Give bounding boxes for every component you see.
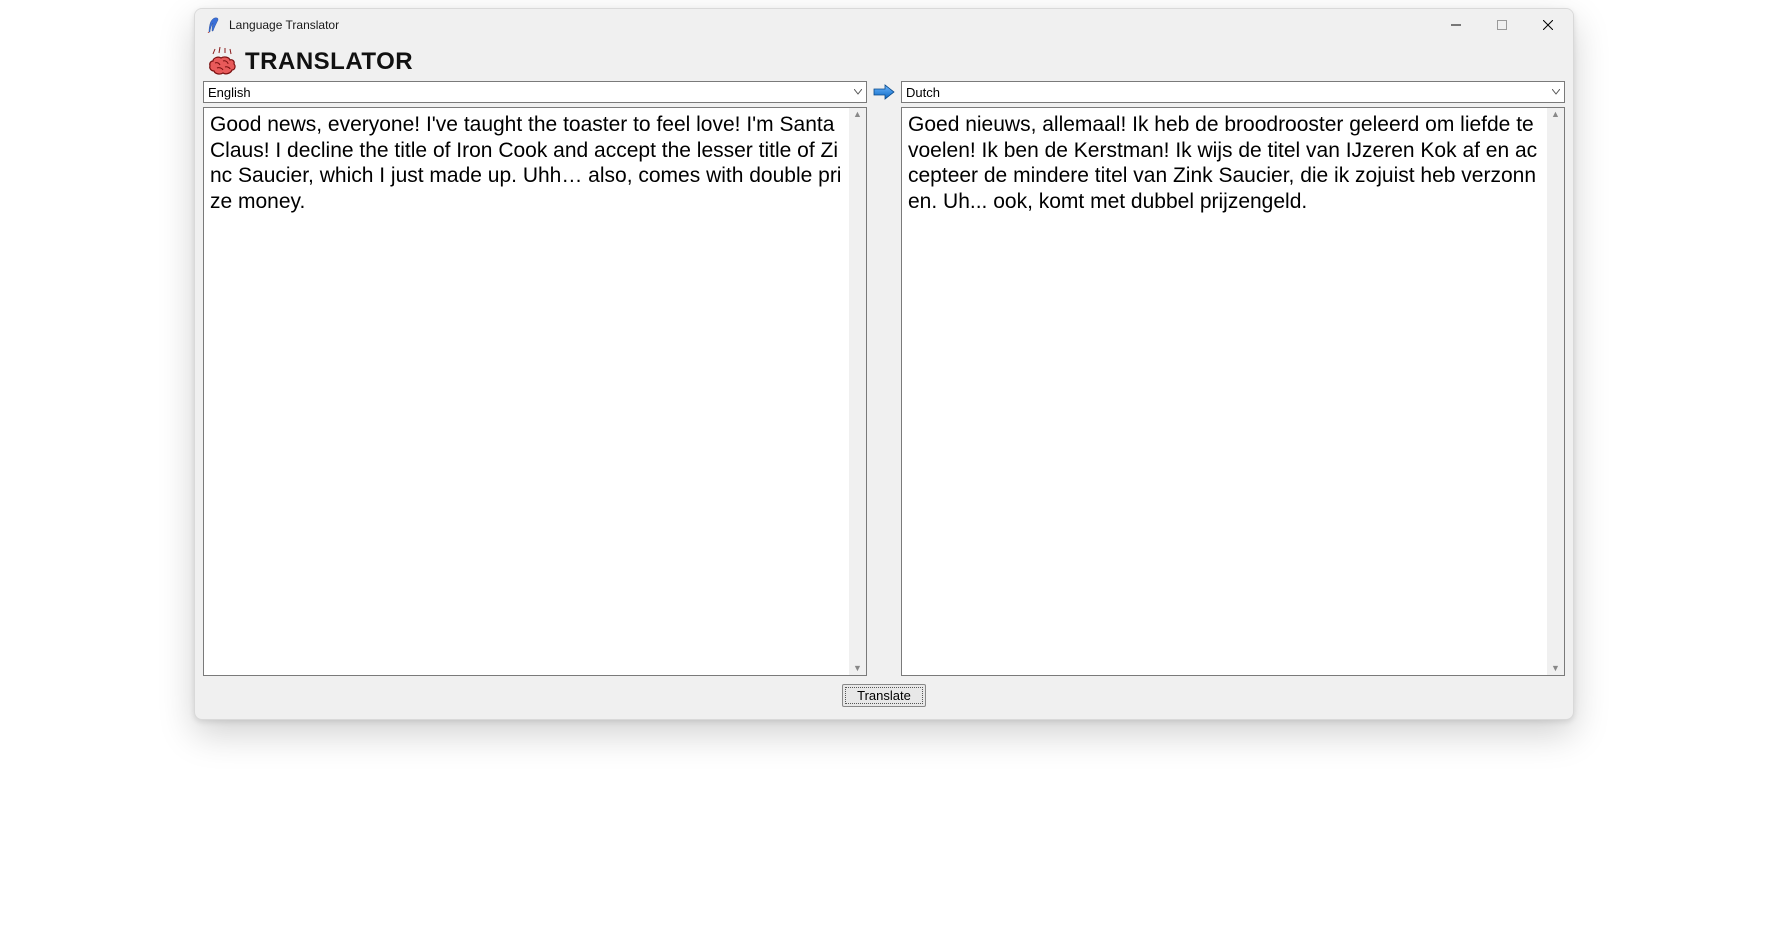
translate-button[interactable]: Translate [842, 684, 926, 707]
direction-arrow-icon [871, 81, 897, 103]
source-text-input[interactable] [204, 108, 849, 675]
maximize-button[interactable] [1479, 10, 1525, 40]
app-feather-icon [205, 17, 221, 33]
brain-icon [205, 47, 239, 77]
minimize-button[interactable] [1433, 10, 1479, 40]
target-language-value: Dutch [906, 85, 940, 100]
scroll-up-icon: ▲ [853, 110, 862, 119]
app-title: TRANSLATOR [245, 48, 413, 76]
chevron-down-icon [1552, 87, 1560, 98]
source-scrollbar[interactable]: ▲ ▼ [849, 108, 866, 675]
scroll-up-icon: ▲ [1551, 110, 1560, 119]
scroll-down-icon: ▼ [853, 664, 862, 673]
target-text-output[interactable] [902, 108, 1547, 675]
target-scrollbar[interactable]: ▲ ▼ [1547, 108, 1564, 675]
source-language-select[interactable]: English [203, 81, 867, 103]
header: TRANSLATOR [203, 45, 1565, 81]
source-pane: ▲ ▼ [203, 107, 867, 676]
chevron-down-icon [854, 87, 862, 98]
target-pane: ▲ ▼ [901, 107, 1565, 676]
scroll-down-icon: ▼ [1551, 664, 1560, 673]
language-selector-row: English Dutch [203, 81, 1565, 103]
target-language-select[interactable]: Dutch [901, 81, 1565, 103]
window-controls [1433, 10, 1571, 40]
close-button[interactable] [1525, 10, 1571, 40]
content-area: TRANSLATOR English [195, 41, 1573, 719]
window-title: Language Translator [229, 18, 339, 32]
source-language-value: English [208, 85, 251, 100]
titlebar: Language Translator [195, 9, 1573, 41]
footer: Translate [203, 676, 1565, 709]
app-window: Language Translator [194, 8, 1574, 720]
text-panes: ▲ ▼ ▲ ▼ [203, 107, 1565, 676]
